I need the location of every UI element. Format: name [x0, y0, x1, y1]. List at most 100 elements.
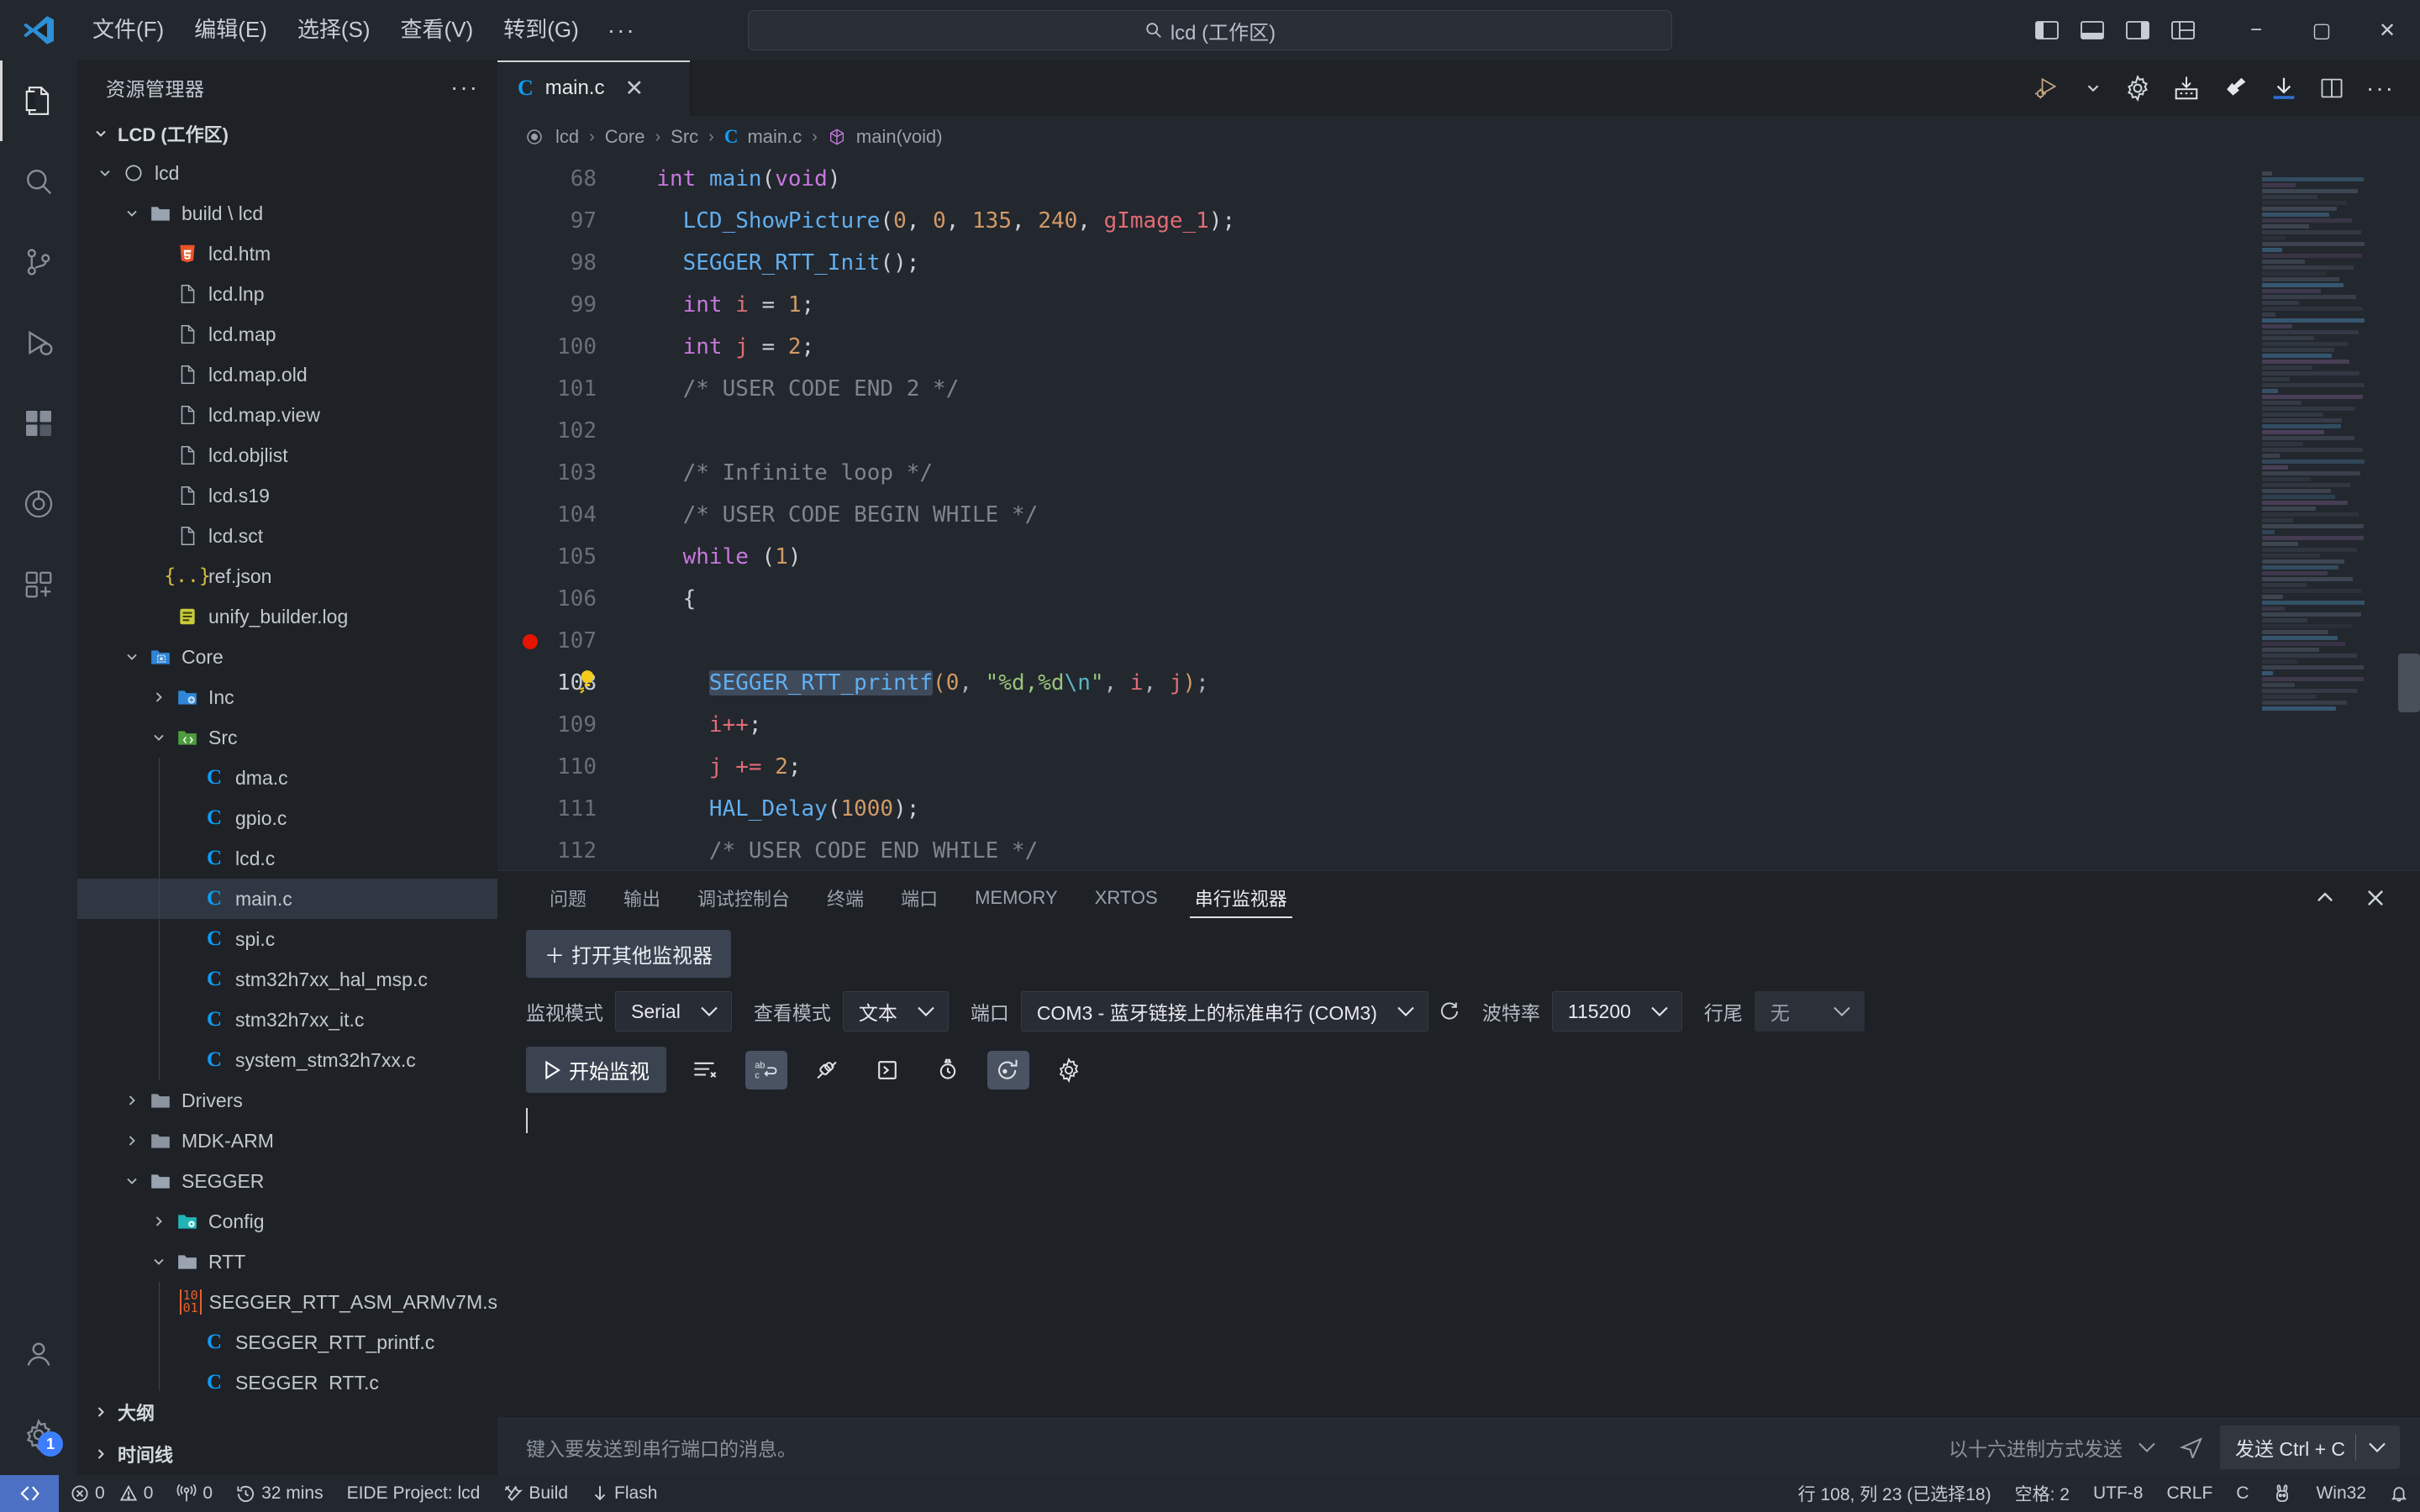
- breadcrumb-item[interactable]: Core: [605, 126, 645, 148]
- run-debug-icon[interactable]: [2033, 76, 2062, 100]
- tree-file-row[interactable]: 10 01 SEGGER_RTT_ASM_ARMv7M.s: [77, 1282, 497, 1322]
- tree-folder-row[interactable]: Config: [77, 1201, 497, 1242]
- tree-file-row[interactable]: lcd.map: [77, 314, 497, 354]
- open-other-monitor-button[interactable]: ＋ 打开其他监视器: [526, 930, 731, 978]
- code-line[interactable]: 102: [497, 410, 2420, 452]
- code-line[interactable]: 105 while (1): [497, 536, 2420, 578]
- activity-run-debug[interactable]: [0, 302, 77, 383]
- send-button[interactable]: 发送 Ctrl + C: [2220, 1425, 2400, 1469]
- code-content[interactable]: 68 int main(void) 97 LCD_ShowPicture(0, 0…: [497, 158, 2420, 870]
- code-line[interactable]: 100 int j = 2;: [497, 326, 2420, 368]
- breadcrumb-item[interactable]: main(void): [856, 126, 943, 148]
- chevron-down-icon[interactable]: [2084, 79, 2102, 97]
- toggle-connection-icon[interactable]: [806, 1051, 848, 1089]
- tree-file-row[interactable]: Csystem_stm32h7xx.c: [77, 1040, 497, 1080]
- tree-file-row[interactable]: C SEGGER_RTT.c: [77, 1362, 497, 1391]
- tree-file-row[interactable]: lcd.objlist: [77, 435, 497, 475]
- menu-selection[interactable]: 选择(S): [282, 10, 386, 50]
- status-rabbit[interactable]: [2260, 1475, 2304, 1512]
- panel-tab-MEMORY[interactable]: MEMORY: [956, 871, 1076, 925]
- build-icon[interactable]: [2173, 76, 2200, 101]
- chevron-up-icon[interactable]: [2314, 887, 2336, 909]
- tab-main-c[interactable]: C main.c ✕: [497, 60, 691, 116]
- panel-tab-XRTOS[interactable]: XRTOS: [1076, 871, 1176, 925]
- timestamp-icon[interactable]: [927, 1051, 969, 1089]
- remote-indicator[interactable]: [0, 1475, 59, 1512]
- breakpoint-icon[interactable]: [523, 634, 538, 649]
- code-line[interactable]: 98 SEGGER_RTT_Init();: [497, 242, 2420, 284]
- toggle-wrap-icon[interactable]: ab c: [745, 1050, 787, 1089]
- status-time-tracker[interactable]: 32 mins: [224, 1475, 335, 1512]
- flash-icon[interactable]: [2270, 76, 2297, 101]
- panel-tab-调试控制台[interactable]: 调试控制台: [679, 871, 808, 925]
- tree-folder-row[interactable]: lcd: [77, 153, 497, 193]
- sidebar-more-button[interactable]: ···: [450, 74, 479, 101]
- tree-folder-row[interactable]: build \ lcd: [77, 193, 497, 234]
- tree-file-row[interactable]: lcd.map.old: [77, 354, 497, 395]
- tree-folder-row[interactable]: Inc: [77, 677, 497, 717]
- tree-file-row[interactable]: lcd.lnp: [77, 274, 497, 314]
- status-eide-project[interactable]: EIDE Project: lcd: [335, 1475, 492, 1512]
- eol-select[interactable]: 无: [1754, 991, 1865, 1032]
- code-editor[interactable]: 68 int main(void) 97 LCD_ShowPicture(0, 0…: [497, 158, 2420, 870]
- breadcrumb-item[interactable]: Src: [671, 126, 698, 148]
- view-mode-select[interactable]: 文本: [842, 991, 949, 1032]
- code-line[interactable]: 103 /* Infinite loop */: [497, 452, 2420, 494]
- close-icon[interactable]: ✕: [624, 76, 644, 102]
- code-line[interactable]: 68 int main(void): [497, 158, 2420, 200]
- chevron-right-icon[interactable]: [145, 1213, 173, 1230]
- panel-tab-输出[interactable]: 输出: [605, 871, 679, 925]
- command-center[interactable]: lcd (工作区): [748, 10, 1672, 50]
- terminal-icon[interactable]: [866, 1051, 908, 1089]
- serial-monitor-output[interactable]: [497, 1093, 2420, 1418]
- breadcrumb-item[interactable]: main.c: [747, 126, 802, 148]
- status-language-mode[interactable]: C: [2224, 1475, 2260, 1512]
- chevron-right-icon[interactable]: [145, 689, 173, 706]
- code-line[interactable]: 107: [497, 620, 2420, 662]
- status-build[interactable]: Build: [492, 1475, 580, 1512]
- code-line[interactable]: 106 {: [497, 578, 2420, 620]
- tree-file-row[interactable]: Clcd.c: [77, 838, 497, 879]
- breadcrumb-item[interactable]: lcd: [555, 126, 579, 148]
- clean-icon[interactable]: [2222, 76, 2249, 101]
- chevron-down-icon[interactable]: [2366, 1440, 2388, 1455]
- customize-layout-icon[interactable]: [2171, 20, 2195, 40]
- tree-file-row[interactable]: Cspi.c: [77, 919, 497, 959]
- tree-file-row[interactable]: Cmain.c: [77, 879, 497, 919]
- tree-folder-row[interactable]: RTT: [77, 1242, 497, 1282]
- menu-view[interactable]: 查看(V): [386, 10, 489, 50]
- baud-select[interactable]: 115200: [1551, 991, 1682, 1032]
- send-mode-select[interactable]: 以十六进制方式发送: [1949, 1433, 2220, 1462]
- tree-file-row[interactable]: C SEGGER_RTT_printf.c: [77, 1322, 497, 1362]
- refresh-icon[interactable]: [1439, 1000, 1460, 1022]
- tree-file-row[interactable]: unify_builder.log: [77, 596, 497, 637]
- chevron-down-icon[interactable]: [145, 729, 173, 746]
- activity-extensions[interactable]: [0, 383, 77, 464]
- tree-file-row[interactable]: Cdma.c: [77, 758, 497, 798]
- port-select[interactable]: COM3 - 蓝牙链接上的标准串行 (COM3): [1020, 991, 1428, 1032]
- minimap[interactable]: [2252, 158, 2420, 870]
- tree-file-row[interactable]: lcd.htm: [77, 234, 497, 274]
- outline-section[interactable]: 大纲: [77, 1391, 497, 1433]
- workspace-root-row[interactable]: LCD (工作区): [77, 114, 497, 153]
- start-monitoring-button[interactable]: 开始监视: [526, 1047, 666, 1093]
- toggle-primary-sidebar-icon[interactable]: [2035, 20, 2059, 40]
- minimize-button[interactable]: −: [2223, 0, 2289, 60]
- status-encoding[interactable]: UTF-8: [2081, 1475, 2155, 1512]
- tree-folder-row[interactable]: MDK-ARM: [77, 1121, 497, 1161]
- serial-send-input[interactable]: 键入要发送到串行端口的消息。: [497, 1433, 1949, 1462]
- menu-file[interactable]: 文件(F): [77, 10, 179, 50]
- chevron-down-icon[interactable]: [118, 1173, 146, 1189]
- scrollbar-thumb[interactable]: [2398, 654, 2420, 712]
- chevron-down-icon[interactable]: [118, 205, 146, 222]
- tree-file-row[interactable]: Cstm32h7xx_it.c: [77, 1000, 497, 1040]
- activity-search[interactable]: [0, 141, 77, 222]
- panel-tab-终端[interactable]: 终端: [808, 871, 882, 925]
- activity-accounts[interactable]: [0, 1314, 77, 1394]
- code-line[interactable]: 104 /* USER CODE BEGIN WHILE */: [497, 494, 2420, 536]
- code-line[interactable]: 111 HAL_Delay(1000);: [497, 788, 2420, 830]
- tree-file-row[interactable]: lcd.map.view: [77, 395, 497, 435]
- code-line[interactable]: 101 /* USER CODE END 2 */: [497, 368, 2420, 410]
- activity-settings[interactable]: 1: [0, 1394, 77, 1475]
- send-icon[interactable]: [2180, 1436, 2203, 1458]
